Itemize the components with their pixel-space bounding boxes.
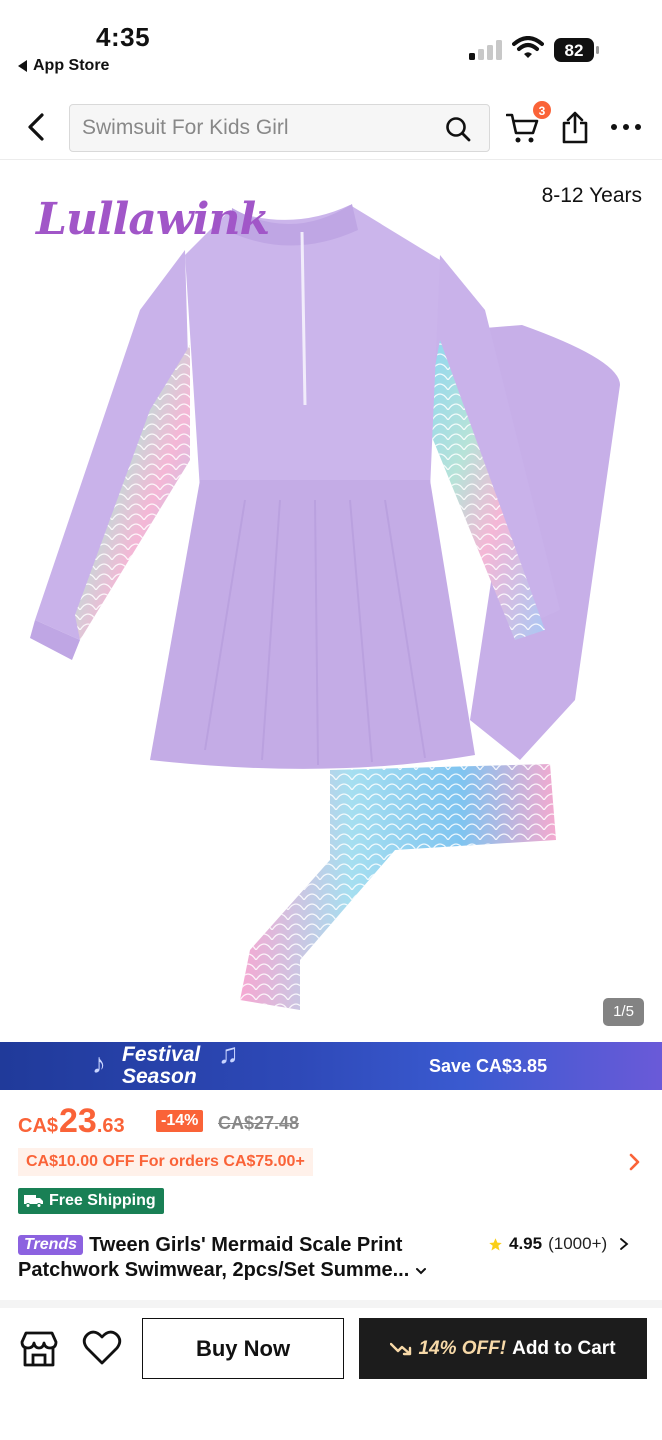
rating-score: 4.95 xyxy=(509,1234,543,1253)
product-image xyxy=(30,204,620,1010)
more-options-icon[interactable] xyxy=(610,122,642,132)
original-price: CA$27.48 xyxy=(218,1113,300,1133)
product-rating[interactable]: 4.95 (1000+) xyxy=(488,1234,631,1254)
festival-title-line1: Festival xyxy=(122,1043,201,1066)
brand-logo: Lullawink xyxy=(36,194,270,245)
add-to-cart-button[interactable]: 14% OFF! Add to Cart xyxy=(359,1318,647,1379)
share-icon[interactable] xyxy=(560,110,590,144)
free-shipping-badge: Free Shipping xyxy=(18,1188,164,1214)
age-range-label: 8-12 Years xyxy=(541,184,642,207)
back-arrow-icon[interactable] xyxy=(22,110,52,144)
price-decimal: .63 xyxy=(96,1115,125,1137)
star-icon xyxy=(489,1237,502,1250)
battery-icon: 82 xyxy=(554,38,599,62)
product-image-gallery[interactable]: Lullawink 8-12 Years 1/5 xyxy=(0,160,662,1042)
store-icon[interactable] xyxy=(19,1330,59,1368)
festival-banner[interactable]: ♪ ♫ Festival Season Save CA$3.85 xyxy=(0,1042,662,1090)
search-bar[interactable] xyxy=(69,104,490,152)
back-to-app-store[interactable]: App Store xyxy=(18,57,109,75)
status-bar: 4:35 App Store 82 xyxy=(0,0,662,92)
festival-save-text: Save CA$3.85 xyxy=(429,1056,548,1076)
price-currency: CA$ xyxy=(18,1115,59,1137)
cart-count-badge: 3 xyxy=(532,100,552,120)
chevron-right-icon[interactable] xyxy=(622,1150,646,1174)
search-icon[interactable] xyxy=(445,116,471,142)
section-divider xyxy=(0,1300,662,1308)
discount-badge: -14% xyxy=(156,1110,204,1132)
cellular-signal-icon xyxy=(469,40,502,60)
search-input[interactable] xyxy=(82,105,442,151)
status-time: 4:35 xyxy=(96,22,151,52)
add-to-cart-label: Add to Cart xyxy=(512,1337,616,1359)
price-integer: 23 xyxy=(59,1102,97,1140)
trends-badge: Trends xyxy=(18,1235,84,1255)
festival-title-line2: Season xyxy=(122,1065,197,1088)
truck-icon xyxy=(24,1195,43,1208)
festival-title: Festival Season xyxy=(122,1044,200,1088)
back-triangle-icon xyxy=(18,60,27,72)
current-price: CA$ 23 .63 xyxy=(18,1102,125,1141)
battery-level: 82 xyxy=(565,41,584,60)
chevron-down-icon[interactable] xyxy=(415,1265,427,1277)
free-shipping-label: Free Shipping xyxy=(49,1192,156,1209)
back-to-app-store-label: App Store xyxy=(33,57,110,74)
music-note-icon: ♫ xyxy=(218,1042,239,1069)
review-count: (1000+) xyxy=(548,1234,608,1253)
add-to-cart-promo: 14% OFF! xyxy=(418,1337,507,1359)
coupon-banner[interactable]: CA$10.00 OFF For orders CA$75.00+ xyxy=(18,1148,313,1176)
search-header: 3 xyxy=(0,96,662,160)
buy-now-button[interactable]: Buy Now xyxy=(142,1318,344,1379)
image-counter: 1/5 xyxy=(603,998,644,1026)
music-note-icon: ♪ xyxy=(92,1048,106,1079)
product-title[interactable]: Trends Tween Girls' Mermaid Scale Print P… xyxy=(18,1233,468,1283)
heart-icon[interactable] xyxy=(82,1330,122,1366)
wifi-icon xyxy=(512,36,544,58)
trend-down-icon xyxy=(390,1342,412,1355)
bottom-action-bar: Buy Now 14% OFF! Add to Cart xyxy=(0,1308,662,1440)
chevron-right-icon[interactable] xyxy=(617,1237,631,1251)
